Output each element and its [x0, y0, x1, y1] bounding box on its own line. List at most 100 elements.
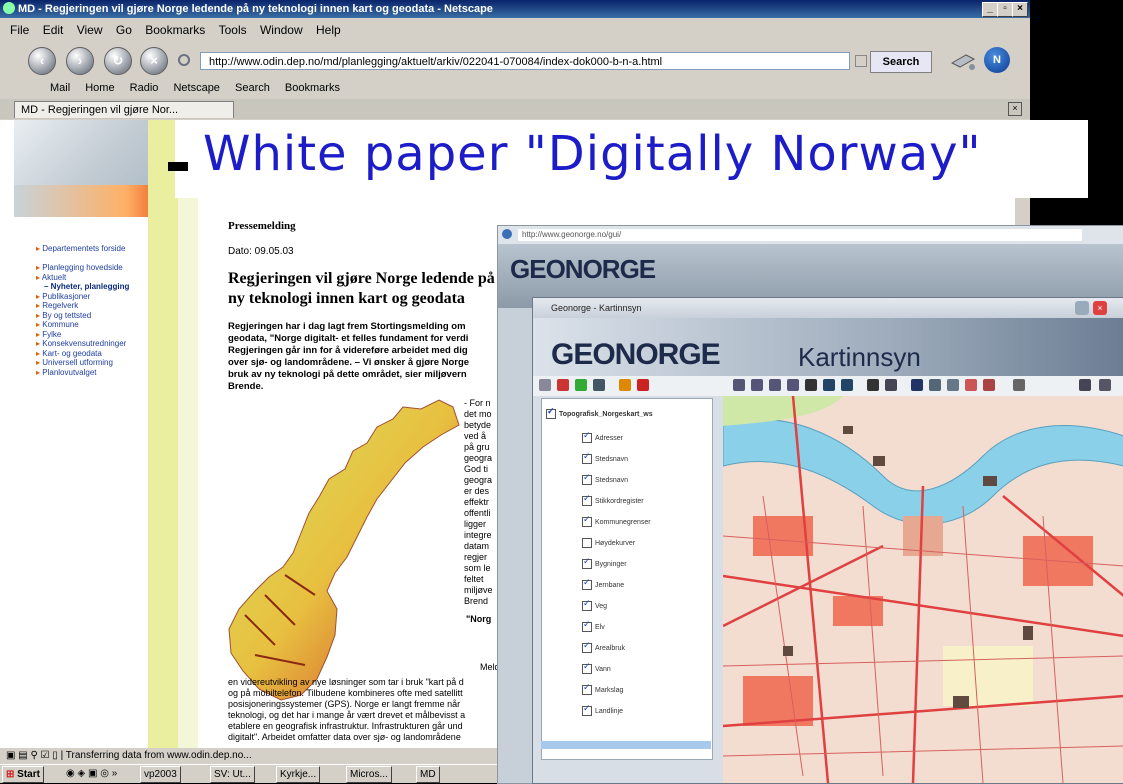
sidebar-item-publikasjoner[interactable]: ▸ Publikasjoner — [36, 292, 156, 302]
bookmark-netscape[interactable]: Netscape — [173, 82, 219, 94]
zoom-out-icon[interactable] — [751, 379, 763, 391]
url-dropdown-icon[interactable] — [855, 55, 867, 67]
layer-checkbox[interactable] — [582, 451, 592, 464]
layer-checkbox[interactable] — [582, 538, 592, 548]
layer-item[interactable]: Adresser — [582, 430, 623, 443]
layer-item[interactable]: Landlinje — [582, 703, 623, 716]
back-arrow-icon[interactable] — [823, 379, 835, 391]
print-icon[interactable] — [983, 379, 995, 391]
sidebar-item-fylke[interactable]: ▸ Fylke — [36, 330, 156, 340]
layer-item[interactable]: Stedsnavn — [582, 451, 628, 464]
taskbar-item-vp2003[interactable]: vp2003 — [140, 766, 181, 783]
layer-checkbox[interactable] — [582, 556, 592, 569]
bookmark-home[interactable]: Home — [85, 82, 114, 94]
layer-item[interactable]: Arealbruk — [582, 640, 625, 653]
menu-go[interactable]: Go — [116, 23, 132, 37]
quick-launch-icons[interactable]: ◉ ◈ ▣ ◎ » — [66, 765, 117, 783]
layer-item[interactable]: Stikkordregister — [582, 493, 644, 506]
kartinnsyn-close-icon[interactable]: × — [1093, 301, 1107, 315]
sidebar-item-nyheter[interactable]: – Nyheter, planlegging — [36, 282, 156, 292]
layer-item[interactable]: Stedsnavn — [582, 472, 628, 485]
layer-item[interactable]: Høydekurver — [582, 538, 635, 548]
bookmark-search[interactable]: Search — [235, 82, 270, 94]
layer-checkbox[interactable] — [582, 577, 592, 590]
highlight-icon[interactable] — [965, 379, 977, 391]
close-tab-icon[interactable]: × — [1008, 102, 1022, 116]
layer-checkbox[interactable] — [582, 661, 592, 674]
start-button[interactable]: ⊞ Start — [2, 766, 44, 783]
forward-icon[interactable]: › — [66, 47, 94, 75]
bookmark-bookmarks[interactable]: Bookmarks — [285, 82, 340, 94]
table-icon[interactable] — [947, 379, 959, 391]
sidebar-item-kart[interactable]: ▸ Kart- og geodata — [36, 349, 156, 359]
layer-item[interactable]: Markslag — [582, 682, 623, 695]
kartinnsyn-minimize-icon[interactable] — [1075, 301, 1089, 315]
layer-checkbox[interactable] — [582, 619, 592, 632]
bookmark-mail[interactable]: Mail — [50, 82, 70, 94]
layer-checkbox[interactable] — [582, 682, 592, 695]
layer-item[interactable]: Jernbane — [582, 577, 624, 590]
menu-window[interactable]: Window — [260, 23, 303, 37]
taskbar-item-micros[interactable]: Micros... — [346, 766, 392, 783]
tab-active[interactable]: MD - Regjeringen vil gjøre Nor... — [14, 101, 234, 118]
menu-edit[interactable]: Edit — [43, 23, 64, 37]
sidebar-item-planlov[interactable]: ▸ Planlovutvalget — [36, 368, 156, 378]
taskbar-item-kyrkje[interactable]: Kyrkje... — [276, 766, 321, 783]
menu-file[interactable]: File — [10, 23, 29, 37]
sidebar-item-konsekvens[interactable]: ▸ Konsekvensutredninger — [36, 339, 156, 349]
measure-icon[interactable] — [885, 379, 897, 391]
delete-icon[interactable] — [557, 379, 569, 391]
layer-item[interactable]: Bygninger — [582, 556, 627, 569]
taskbar-item-md[interactable]: MD — [416, 766, 440, 783]
bookmark-radio[interactable]: Radio — [130, 82, 159, 94]
menu-help[interactable]: Help — [316, 23, 341, 37]
add-layer-icon[interactable] — [575, 379, 587, 391]
menu-bookmarks[interactable]: Bookmarks — [145, 23, 205, 37]
sidebar-item-by[interactable]: ▸ By og tettsted — [36, 311, 156, 321]
globe-icon[interactable] — [805, 379, 817, 391]
layer-icon[interactable] — [593, 379, 605, 391]
menu-tools[interactable]: Tools — [219, 23, 247, 37]
layer-item[interactable]: Elv — [582, 619, 605, 632]
sidebar-item-forside[interactable]: ▸ Departementets forside — [36, 244, 156, 254]
geonorge-back-url[interactable]: http://www.geonorge.no/gui/ — [518, 229, 1082, 241]
layer-checkbox[interactable] — [582, 430, 592, 443]
layer-item[interactable]: Veg — [582, 598, 607, 611]
layer-tree-scrollbar[interactable] — [541, 741, 711, 749]
info-icon[interactable] — [911, 379, 923, 391]
reload-icon[interactable]: ↻ — [104, 47, 132, 75]
home-icon[interactable] — [178, 54, 190, 66]
settings-icon[interactable] — [1079, 379, 1091, 391]
stop-icon[interactable]: × — [140, 47, 168, 75]
layer-item[interactable]: Vann — [582, 661, 611, 674]
layer-checkbox[interactable] — [582, 640, 592, 653]
layer-checkbox[interactable] — [582, 493, 592, 506]
zoom-extent-icon[interactable] — [787, 379, 799, 391]
sidebar-item-aktuelt[interactable]: ▸ Aktuelt — [36, 273, 156, 283]
layer-tree-root[interactable]: Topografisk_Norgeskart_ws — [546, 406, 653, 419]
pan-icon[interactable] — [769, 379, 781, 391]
sidebar-item-universell[interactable]: ▸ Universell utforming — [36, 358, 156, 368]
layer-item[interactable]: Kommunegrenser — [582, 514, 651, 527]
sidebar-item-planlegging[interactable]: ▸ Planlegging hovedside — [36, 263, 156, 273]
search-button[interactable]: Search — [870, 51, 932, 73]
binoculars-icon[interactable] — [867, 379, 879, 391]
taskbar-item-sv[interactable]: SV: Ut... — [210, 766, 255, 783]
menu-view[interactable]: View — [77, 23, 103, 37]
layer-checkbox[interactable] — [582, 598, 592, 611]
maximize-button[interactable]: ▫ — [997, 2, 1013, 17]
help-icon[interactable] — [1099, 379, 1111, 391]
list-icon[interactable] — [929, 379, 941, 391]
sidebar-item-regelverk[interactable]: ▸ Regelverk — [36, 301, 156, 311]
stop-icon[interactable] — [637, 379, 649, 391]
back-icon[interactable]: ‹ — [28, 47, 56, 75]
layer-checkbox[interactable] — [582, 703, 592, 716]
minimize-button[interactable]: _ — [982, 2, 998, 17]
layer-checkbox[interactable] — [582, 514, 592, 527]
forward-arrow-icon[interactable] — [841, 379, 853, 391]
layer-checkbox[interactable] — [582, 472, 592, 485]
up-icon[interactable] — [619, 379, 631, 391]
sidebar-item-kommune[interactable]: ▸ Kommune — [36, 320, 156, 330]
url-field[interactable]: http://www.odin.dep.no/md/planlegging/ak… — [200, 52, 850, 70]
save-icon[interactable] — [1013, 379, 1025, 391]
